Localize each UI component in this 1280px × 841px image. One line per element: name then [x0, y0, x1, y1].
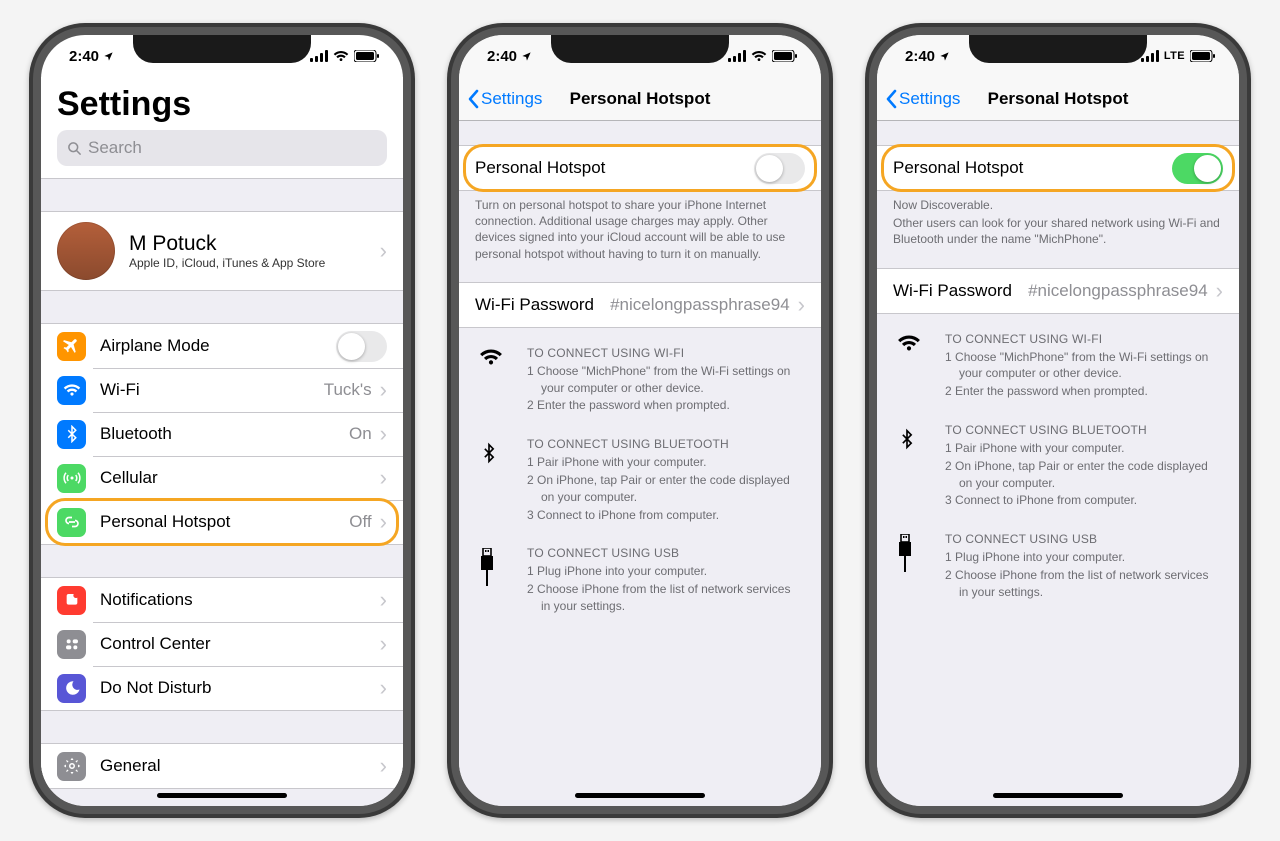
phone-1: 2:40 Settings Search M Potuck [29, 23, 415, 818]
location-icon [103, 51, 114, 62]
discoverable-note: Now Discoverable. [877, 191, 1239, 213]
wifi-password-row[interactable]: Wi-Fi Password #nicelongpassphrase94 › [459, 283, 821, 327]
home-indicator[interactable] [157, 793, 287, 798]
general-row[interactable]: General › [41, 744, 403, 788]
dnd-tile-icon [57, 674, 86, 703]
general-tile-icon [57, 752, 86, 781]
connect-wifi-block: TO CONNECT USING WI-FI Choose "MichPhone… [459, 328, 821, 419]
connect-wifi-block: TO CONNECT USING WI-FI Choose "MichPhone… [877, 314, 1239, 405]
usb-icon [479, 546, 505, 615]
wifi-icon [751, 50, 767, 62]
chevron-right-icon: › [380, 379, 387, 401]
cellular-tile-icon [57, 464, 86, 493]
notch [133, 35, 311, 63]
hotspot-note: Turn on personal hotspot to share your i… [459, 191, 821, 262]
bluetooth-tile-icon [57, 420, 86, 449]
hotspot-toggle-row[interactable]: Personal Hotspot [877, 146, 1239, 190]
wifi-password-row[interactable]: Wi-Fi Password #nicelongpassphrase94 › [877, 269, 1239, 313]
lte-label: LTE [1164, 50, 1185, 62]
home-indicator[interactable] [575, 793, 705, 798]
connect-bluetooth-block: TO CONNECT USING BLUETOOTH Pair iPhone w… [877, 405, 1239, 514]
wifi-row[interactable]: Wi-Fi Tuck's › [41, 368, 403, 412]
notch [969, 35, 1147, 63]
bluetooth-icon [479, 437, 505, 524]
chevron-right-icon: › [380, 633, 387, 655]
connect-usb-block: TO CONNECT USING USB Plug iPhone into yo… [459, 528, 821, 619]
control-center-tile-icon [57, 630, 86, 659]
bluetooth-row[interactable]: Bluetooth On › [41, 412, 403, 456]
chevron-right-icon: › [380, 511, 387, 533]
chevron-right-icon: › [380, 240, 387, 262]
avatar [57, 222, 115, 280]
discoverable-detail: Other users can look for your shared net… [877, 213, 1239, 247]
location-icon [939, 51, 950, 62]
nav-bar: Settings Personal Hotspot [877, 77, 1239, 121]
notifications-tile-icon [57, 586, 86, 615]
usb-icon [897, 532, 923, 601]
hotspot-tile-icon [57, 508, 86, 537]
notch [551, 35, 729, 63]
chevron-right-icon: › [1216, 280, 1223, 302]
chevron-right-icon: › [798, 294, 805, 316]
battery-icon [772, 50, 797, 62]
chevron-right-icon: › [380, 467, 387, 489]
page-title: Settings [41, 77, 403, 130]
notifications-row[interactable]: Notifications › [41, 578, 403, 622]
cellular-row[interactable]: Cellular › [41, 456, 403, 500]
search-input[interactable]: Search [57, 130, 387, 166]
chevron-left-icon [467, 89, 479, 109]
hotspot-toggle[interactable] [1172, 153, 1223, 184]
airplane-toggle[interactable] [336, 331, 387, 362]
chevron-right-icon: › [380, 677, 387, 699]
control-center-row[interactable]: Control Center › [41, 622, 403, 666]
profile-name: M Potuck [129, 232, 372, 256]
bluetooth-icon [897, 423, 923, 510]
apple-id-row[interactable]: M Potuck Apple ID, iCloud, iTunes & App … [41, 212, 403, 290]
status-time: 2:40 [487, 48, 517, 65]
signal-icon [310, 50, 328, 62]
wifi-icon [897, 332, 923, 401]
profile-sub: Apple ID, iCloud, iTunes & App Store [129, 256, 372, 270]
hotspot-toggle-row[interactable]: Personal Hotspot [459, 146, 821, 190]
back-button[interactable]: Settings [877, 89, 960, 109]
connect-usb-block: TO CONNECT USING USB Plug iPhone into yo… [877, 514, 1239, 605]
signal-icon [728, 50, 746, 62]
chevron-left-icon [885, 89, 897, 109]
back-button[interactable]: Settings [459, 89, 542, 109]
airplane-icon [57, 332, 86, 361]
hotspot-toggle[interactable] [754, 153, 805, 184]
phone-3: 2:40 LTE Settings Personal Hotspot Perso… [865, 23, 1251, 818]
battery-icon [354, 50, 379, 62]
battery-icon [1190, 50, 1215, 62]
wifi-icon [479, 346, 505, 415]
home-indicator[interactable] [993, 793, 1123, 798]
phone-2: 2:40 Settings Personal Hotspot Personal … [447, 23, 833, 818]
status-time: 2:40 [905, 48, 935, 65]
location-icon [521, 51, 532, 62]
status-time: 2:40 [69, 48, 99, 65]
wifi-icon [333, 50, 349, 62]
nav-bar: Settings Personal Hotspot [459, 77, 821, 121]
personal-hotspot-row[interactable]: Personal Hotspot Off › [41, 500, 403, 544]
airplane-mode-row[interactable]: Airplane Mode [41, 324, 403, 368]
dnd-row[interactable]: Do Not Disturb › [41, 666, 403, 710]
chevron-right-icon: › [380, 589, 387, 611]
connect-bluetooth-block: TO CONNECT USING BLUETOOTH Pair iPhone w… [459, 419, 821, 528]
wifi-tile-icon [57, 376, 86, 405]
chevron-right-icon: › [380, 755, 387, 777]
chevron-right-icon: › [380, 423, 387, 445]
search-icon [67, 141, 82, 156]
